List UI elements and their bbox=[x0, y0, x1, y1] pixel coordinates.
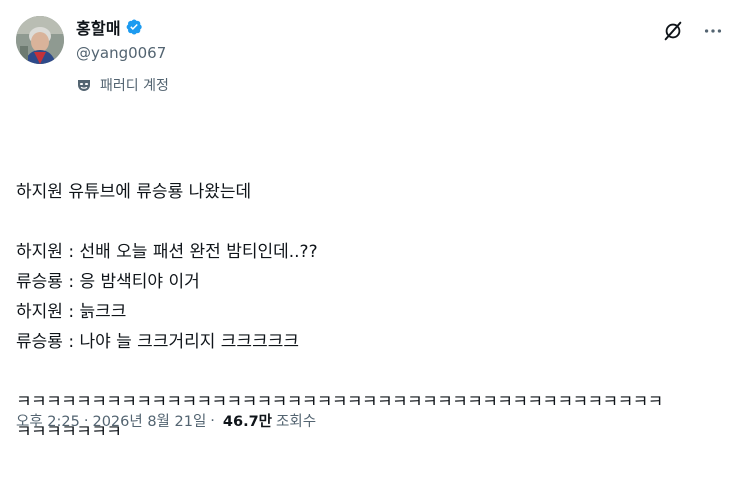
tweet-line: 류승룡 : 응 밤색티야 이거 bbox=[16, 272, 200, 292]
display-name[interactable]: 홍할매 bbox=[76, 15, 121, 39]
views-label: 조회수 bbox=[276, 414, 317, 430]
tweet-line: 하지원 : 선배 오늘 패션 완전 밤티인데..?? bbox=[16, 242, 318, 262]
tweet-line bbox=[16, 357, 722, 387]
tweet-metadata: 오후 2:25 · 2026년 8월 21일 · 46.7만 조회수 bbox=[16, 410, 316, 431]
verified-badge-icon[interactable] bbox=[125, 18, 143, 36]
views-count[interactable]: 46.7만 bbox=[223, 410, 272, 431]
avatar[interactable] bbox=[16, 16, 64, 64]
tweet-line bbox=[16, 207, 722, 237]
tweet-line: 하지원 : 늙크크 bbox=[16, 302, 127, 322]
tweet-date[interactable]: 2026년 8월 21일 bbox=[92, 410, 206, 431]
parody-label: 패러디 계정 bbox=[100, 78, 169, 94]
meta-separator: · bbox=[83, 412, 89, 429]
tweet-top-actions bbox=[662, 20, 724, 42]
user-handle[interactable]: @yang0067 bbox=[76, 44, 166, 62]
meta-separator: · bbox=[210, 412, 215, 429]
author-name-row: 홍할매 bbox=[76, 15, 143, 39]
parody-account-label: 패러디 계정 bbox=[76, 75, 169, 95]
tweet-time[interactable]: 오후 2:25 bbox=[16, 410, 80, 431]
tweet-line: 하지원 유튜브에 류승룡 나왔는데 bbox=[16, 182, 252, 202]
more-options-icon[interactable] bbox=[702, 20, 724, 42]
parody-mask-icon bbox=[76, 77, 92, 93]
tweet-line: 류승룡 : 나야 늘 크크거리지 크크크크크 bbox=[16, 332, 299, 352]
grok-icon[interactable] bbox=[662, 20, 684, 42]
